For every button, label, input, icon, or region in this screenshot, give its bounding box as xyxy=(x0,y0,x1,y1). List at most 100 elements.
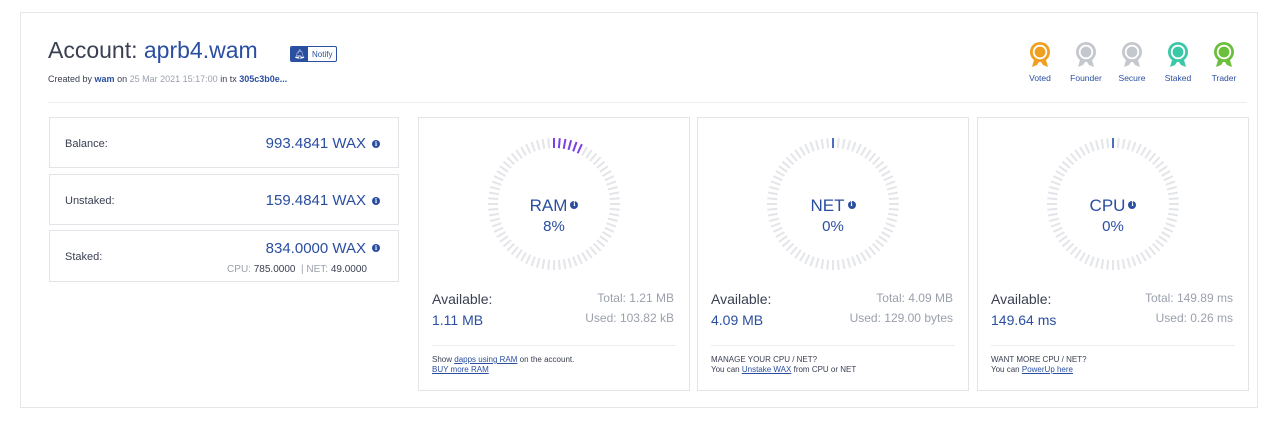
gauge-tick xyxy=(585,149,593,159)
gauge-tick xyxy=(1144,249,1152,259)
gauge-tick xyxy=(768,185,780,191)
notify-label: Notify xyxy=(312,49,333,59)
gauge-tick xyxy=(836,259,840,270)
gauge-tick xyxy=(789,246,798,256)
gauge-tick xyxy=(488,191,500,196)
gauge-tick xyxy=(1061,160,1071,169)
secure-medal-icon xyxy=(1122,42,1142,67)
net-foot-text3: from CPU or NET xyxy=(793,365,857,374)
gauge-tick xyxy=(1058,235,1068,243)
gauge-tick xyxy=(601,170,612,177)
gauge-tick xyxy=(1151,242,1161,252)
gauge-tick xyxy=(1158,165,1168,173)
ram-foot-text2: on the account. xyxy=(519,355,575,364)
gauge-tick xyxy=(547,138,551,149)
gauge-tick xyxy=(572,256,578,267)
header-divider xyxy=(48,102,1247,103)
gauge-tick xyxy=(841,258,846,270)
gauge-tick xyxy=(855,254,862,265)
gauge-tick xyxy=(820,138,825,150)
cpu-divider xyxy=(991,345,1235,346)
gauge-tick xyxy=(868,246,877,256)
tx-link[interactable]: 305c3b0e... xyxy=(239,74,287,84)
net-available-value: 4.09 MB xyxy=(711,312,764,328)
gauge-tick xyxy=(596,160,606,169)
gauge-tick xyxy=(1158,235,1168,243)
cpu-foot-text2: You can xyxy=(991,365,1020,374)
gauge-tick xyxy=(1094,139,1100,151)
buy-more-ram-link[interactable]: BUY more RAM xyxy=(432,365,489,374)
badge-voted[interactable]: Voted xyxy=(1017,41,1063,83)
gauge-tick xyxy=(1048,185,1060,191)
gauge-tick xyxy=(520,251,527,262)
gauge-tick xyxy=(767,191,779,196)
gauge-tick xyxy=(502,160,512,169)
gauge-tick xyxy=(871,242,881,252)
gauge-tick xyxy=(608,191,620,196)
gauge-tick xyxy=(860,146,867,157)
unstaked-value: 159.4841 WAX xyxy=(265,192,366,209)
gauge-tick xyxy=(1052,175,1063,182)
gauge-tick xyxy=(1131,141,1137,152)
gauge-tick xyxy=(530,141,536,152)
gauge-tick xyxy=(785,156,795,166)
gauge-tick xyxy=(809,256,815,267)
badge-trader[interactable]: Trader xyxy=(1201,41,1247,83)
staked-value: 834.0000 WAX xyxy=(265,240,366,257)
trader-medal-icon xyxy=(1214,42,1234,67)
powerup-here-link[interactable]: PowerUp here xyxy=(1022,365,1073,374)
staked-cpu-label: CPU: xyxy=(227,264,251,275)
gauge-tick xyxy=(841,138,846,150)
ram-percent: 8% xyxy=(543,218,565,235)
gauge-tick xyxy=(592,156,602,166)
gauge-tick xyxy=(515,149,523,159)
balance-box: Balance: 993.4841 WAX i xyxy=(49,117,399,168)
gauge-tick xyxy=(1166,185,1178,191)
ram-info-icon[interactable]: i xyxy=(570,201,579,209)
net-footer: MANAGE YOUR CPU / NET? You can Unstake W… xyxy=(711,355,856,375)
gauge-tick xyxy=(851,141,857,152)
gauge-tick xyxy=(562,258,567,270)
creator-link[interactable]: wam xyxy=(95,74,115,84)
notify-button[interactable]: 🔔︎ Notify xyxy=(290,46,338,62)
staked-box: Staked: 834.0000 WAX i CPU: 785.0000 | N… xyxy=(49,230,399,282)
gauge-tick xyxy=(567,139,573,151)
gauge-tick xyxy=(1121,258,1126,270)
cpu-panel: CPU i 0% Available: 149.64 ms Total: 149.… xyxy=(977,117,1249,391)
gauge-tick xyxy=(589,246,598,256)
unstake-wax-link[interactable]: Unstake WAX xyxy=(742,365,792,374)
gauge-tick xyxy=(585,249,593,259)
net-foot-text2: You can xyxy=(711,365,740,374)
gauge-tick xyxy=(1140,146,1147,157)
gauge-tick xyxy=(781,160,791,169)
unstaked-label: Unstaked: xyxy=(65,195,115,207)
badge-secure[interactable]: Secure xyxy=(1109,41,1155,83)
gauge-tick xyxy=(1148,152,1157,162)
gauge-tick xyxy=(814,139,820,151)
gauge-tick xyxy=(880,170,891,177)
cpu-total: Total: 149.89 ms xyxy=(1144,291,1233,305)
gauge-tick xyxy=(1148,246,1157,256)
badge-founder[interactable]: Founder xyxy=(1063,41,1109,83)
gauge-tick xyxy=(1126,257,1132,269)
gauge-tick xyxy=(1069,246,1078,256)
net-info-icon[interactable]: i xyxy=(847,201,856,209)
gauge-tick xyxy=(789,152,798,162)
unstaked-info-icon[interactable]: i xyxy=(372,197,380,205)
balance-value: 993.4841 WAX xyxy=(265,135,366,152)
staked-info-icon[interactable]: i xyxy=(372,244,380,252)
staked-breakdown: CPU: 785.0000 | NET: 49.0000 xyxy=(227,264,367,275)
gauge-tick xyxy=(1074,249,1082,259)
gauge-tick xyxy=(1151,156,1161,166)
balance-info-icon[interactable]: i xyxy=(372,140,380,148)
title-prefix: Account: xyxy=(48,37,138,63)
cpu-info-icon[interactable]: i xyxy=(1128,201,1137,209)
badge-staked[interactable]: Staked xyxy=(1155,41,1201,83)
gauge-tick xyxy=(567,257,573,269)
gauge-tick xyxy=(525,254,532,265)
dapps-using-ram-link[interactable]: dapps using RAM xyxy=(454,355,517,364)
gauge-tick xyxy=(525,143,532,154)
net-percent: 0% xyxy=(822,218,844,235)
gauge-tick xyxy=(1069,152,1078,162)
cpu-footer: WANT MORE CPU / NET? You can PowerUp her… xyxy=(991,355,1087,375)
